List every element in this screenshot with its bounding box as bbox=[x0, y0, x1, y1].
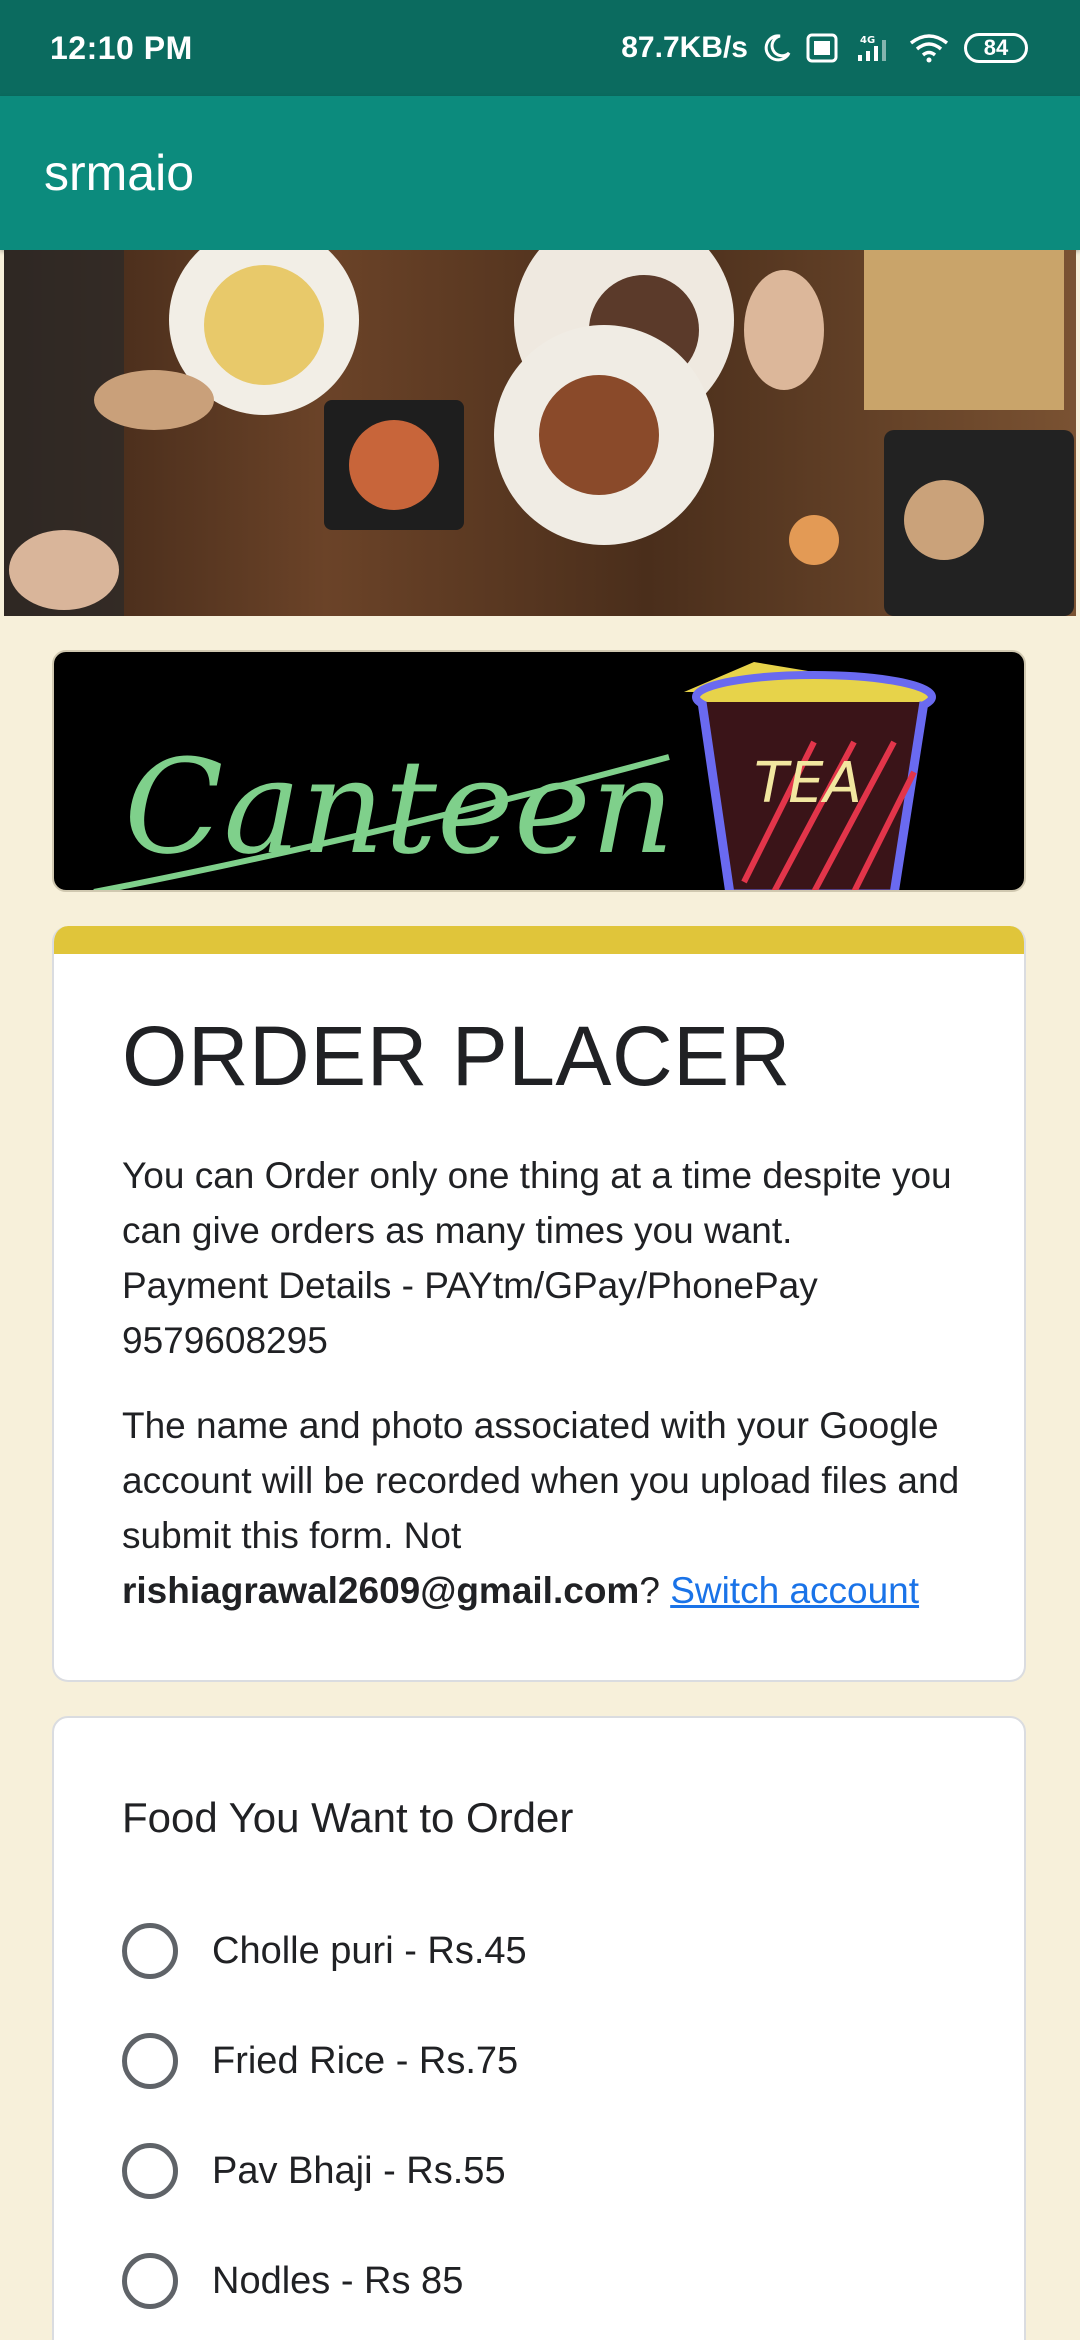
form-description: You can Order only one thing at a time d… bbox=[122, 1155, 952, 1361]
banner-canteen-text: Canteen bbox=[124, 731, 675, 883]
radio-option-label: Pav Bhaji - Rs.55 bbox=[212, 2149, 506, 2192]
radio-option[interactable]: Pav Bhaji - Rs.55 bbox=[122, 2116, 527, 2226]
form-header-card: ORDER PLACER You can Order only one thin… bbox=[52, 926, 1026, 1682]
question-card: Food You Want to Order Cholle puri - Rs.… bbox=[52, 1716, 1026, 2340]
account-notice-q: ? bbox=[639, 1570, 660, 1611]
network-badge-4g: 4G bbox=[860, 35, 875, 46]
account-notice-text: The name and photo associated with your … bbox=[122, 1405, 960, 1556]
account-notice: The name and photo associated with your … bbox=[122, 1398, 964, 1618]
account-email: rishiagrawal2609@gmail.com bbox=[122, 1570, 640, 1611]
canteen-banner: Canteen TEA bbox=[52, 650, 1026, 892]
banner-tea-text: TEA bbox=[754, 751, 862, 816]
radio-option-label: Nodles - Rs 85 bbox=[212, 2259, 464, 2302]
radio-button[interactable] bbox=[122, 2143, 178, 2199]
form-title: ORDER PLACER bbox=[122, 1009, 791, 1103]
radio-button[interactable] bbox=[122, 2253, 178, 2309]
app-title: srmaio bbox=[44, 145, 195, 201]
status-bar: 12:10 PM 87.7KB/s 4G 84 bbox=[0, 0, 1080, 96]
radio-option[interactable]: Fried Rice - Rs.75 bbox=[122, 2006, 527, 2116]
radio-options: Cholle puri - Rs.45 Fried Rice - Rs.75 P… bbox=[122, 1896, 527, 2336]
radio-button[interactable] bbox=[122, 1923, 178, 1979]
radio-option-label: Cholle puri - Rs.45 bbox=[212, 1929, 527, 1972]
network-speed: 87.7KB/s bbox=[621, 31, 748, 64]
status-time: 12:10 PM bbox=[50, 29, 193, 66]
radio-button[interactable] bbox=[122, 2033, 178, 2089]
radio-option-label: Fried Rice - Rs.75 bbox=[212, 2039, 519, 2082]
volte-icon bbox=[806, 33, 838, 63]
cellular-signal-icon: 4G bbox=[852, 33, 894, 63]
form-accent-bar bbox=[54, 926, 1024, 954]
status-icons: 87.7KB/s 4G 84 bbox=[621, 31, 1028, 65]
radio-option[interactable]: Cholle puri - Rs.45 bbox=[122, 1896, 527, 2006]
battery-indicator: 84 bbox=[964, 33, 1028, 63]
radio-option[interactable]: Nodles - Rs 85 bbox=[122, 2226, 527, 2336]
wifi-icon bbox=[908, 33, 950, 63]
do-not-disturb-moon-icon bbox=[762, 33, 792, 63]
question-title: Food You Want to Order bbox=[122, 1794, 574, 1841]
app-bar: srmaio bbox=[0, 96, 1080, 250]
header-food-image bbox=[4, 250, 1076, 616]
switch-account-link[interactable]: Switch account bbox=[670, 1570, 919, 1611]
